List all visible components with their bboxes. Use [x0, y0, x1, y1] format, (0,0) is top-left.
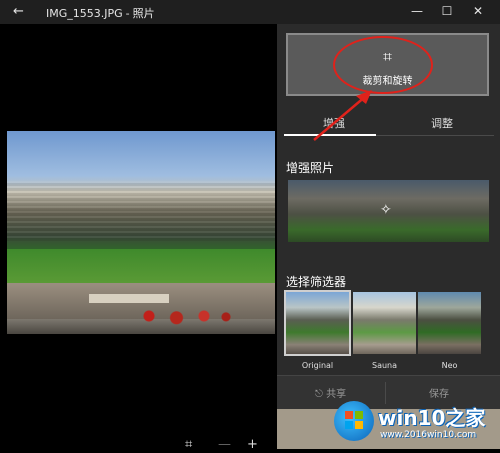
viewer-controls: ⌗ — + — [180, 437, 270, 453]
filter-label-neo: Neo — [441, 361, 458, 370]
enhance-photo-heading: 增强照片 — [286, 161, 335, 175]
watermark: win10之家 www.2016win10.com — [332, 396, 500, 449]
photo-people — [127, 307, 237, 325]
photo-viewer: ⌗ — + — [0, 24, 277, 452]
photo-banner — [89, 294, 169, 303]
filter-label-sauna: Sauna — [371, 361, 398, 370]
title-bar: ← IMG_1553.JPG - 照片 — ☐ ✕ — [0, 0, 500, 24]
edit-tabs: 增强 调整 — [284, 111, 494, 137]
filter-original[interactable] — [284, 290, 351, 356]
fit-to-window-icon[interactable]: ⌗ — [185, 437, 192, 452]
back-arrow-icon[interactable]: ← — [13, 4, 24, 19]
filter-neo[interactable] — [418, 292, 481, 354]
watermark-title: win10之家 — [378, 406, 486, 430]
enhance-photo-button[interactable]: ✧ — [288, 180, 489, 242]
tab-selected-indicator — [284, 134, 376, 136]
filter-label-original: Original — [301, 361, 334, 370]
close-icon[interactable]: ✕ — [463, 4, 493, 18]
share-icon: ⎋ — [315, 389, 323, 400]
photo-seats — [7, 181, 275, 241]
filter-heading: 选择筛选器 — [286, 275, 347, 289]
window-title: IMG_1553.JPG - 照片 — [46, 5, 155, 21]
title-separator: - — [125, 7, 130, 20]
windows-flag-icon — [345, 411, 363, 429]
file-name: IMG_1553.JPG — [46, 7, 123, 20]
stadium-photo — [7, 131, 275, 334]
zoom-out-icon[interactable]: — — [218, 437, 231, 452]
tab-adjust[interactable]: 调整 — [431, 115, 453, 131]
watermark-url: www.2016win10.com — [380, 430, 477, 440]
tab-enhance[interactable]: 增强 — [323, 115, 345, 131]
filter-sauna[interactable] — [353, 292, 416, 354]
app-name: 照片 — [132, 7, 155, 20]
win10-logo-icon — [334, 401, 374, 441]
zoom-in-icon[interactable]: + — [247, 437, 258, 452]
maximize-icon[interactable]: ☐ — [432, 4, 462, 18]
tab-divider — [376, 135, 494, 136]
minimize-icon[interactable]: — — [402, 4, 432, 18]
annotation-circle — [333, 36, 433, 94]
photo-pitch — [7, 249, 275, 283]
magic-wand-icon: ✧ — [380, 202, 392, 218]
